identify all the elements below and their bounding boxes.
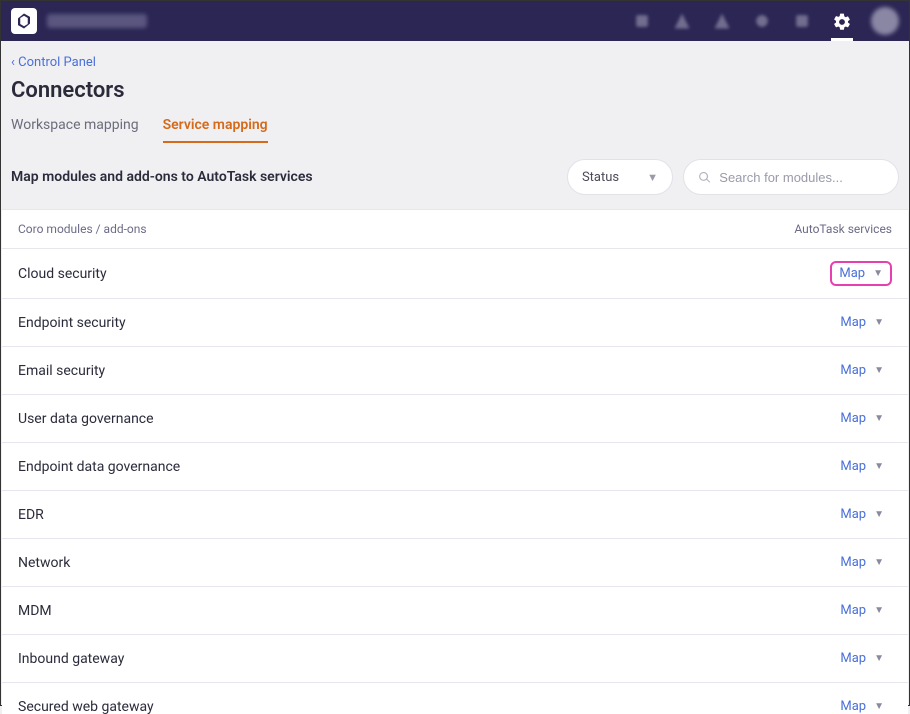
module-name: EDR bbox=[18, 507, 44, 523]
chevron-down-icon: ▼ bbox=[874, 557, 884, 568]
top-nav-right bbox=[631, 7, 899, 35]
top-nav bbox=[1, 1, 909, 41]
map-button-label: Map bbox=[840, 411, 866, 426]
chevron-down-icon: ▼ bbox=[874, 317, 884, 328]
map-button[interactable]: Map ▼ bbox=[832, 503, 892, 526]
map-button-label: Map bbox=[840, 459, 866, 474]
top-nav-left bbox=[11, 8, 147, 34]
map-button[interactable]: Map ▼ bbox=[832, 599, 892, 622]
map-button[interactable]: Map ▼ bbox=[830, 261, 892, 286]
module-name: Endpoint data governance bbox=[18, 459, 180, 475]
table-row: Email security Map ▼ bbox=[2, 347, 908, 395]
table-row: Inbound gateway Map ▼ bbox=[2, 635, 908, 683]
module-name: Secured web gateway bbox=[18, 699, 154, 714]
map-button[interactable]: Map ▼ bbox=[832, 455, 892, 478]
map-button-label: Map bbox=[840, 699, 866, 714]
nav-icon-4-blurred[interactable] bbox=[751, 10, 773, 32]
table-header-right: AutoTask services bbox=[794, 222, 892, 236]
nav-icon-5-blurred[interactable] bbox=[791, 10, 813, 32]
table-row: User data governance Map ▼ bbox=[2, 395, 908, 443]
chevron-down-icon: ▼ bbox=[874, 413, 884, 424]
map-button[interactable]: Map ▼ bbox=[832, 359, 892, 382]
modules-table[interactable]: Coro modules / add-ons AutoTask services… bbox=[2, 209, 908, 714]
brand-logo[interactable] bbox=[11, 8, 37, 34]
map-button-label: Map bbox=[840, 507, 866, 522]
search-icon bbox=[698, 170, 711, 185]
table-row: Secured web gateway Map ▼ bbox=[2, 683, 908, 714]
nav-icon-3-blurred[interactable] bbox=[711, 10, 733, 32]
table-row: Endpoint data governance Map ▼ bbox=[2, 443, 908, 491]
map-button[interactable]: Map ▼ bbox=[832, 551, 892, 574]
table-header-left: Coro modules / add-ons bbox=[18, 222, 147, 236]
page-title: Connectors bbox=[1, 78, 909, 117]
gear-icon bbox=[832, 12, 852, 32]
tab-workspace-mapping[interactable]: Workspace mapping bbox=[11, 117, 139, 143]
brand-text-blurred bbox=[47, 14, 147, 28]
map-button-label: Map bbox=[840, 603, 866, 618]
module-name: Email security bbox=[18, 363, 105, 379]
toolbar-label: Map modules and add-ons to AutoTask serv… bbox=[11, 169, 313, 185]
table-row: EDR Map ▼ bbox=[2, 491, 908, 539]
module-name: User data governance bbox=[18, 411, 154, 427]
chevron-down-icon: ▼ bbox=[874, 509, 884, 520]
chevron-down-icon: ▼ bbox=[874, 653, 884, 664]
table-header: Coro modules / add-ons AutoTask services bbox=[2, 210, 908, 249]
table-row: Endpoint security Map ▼ bbox=[2, 299, 908, 347]
map-button[interactable]: Map ▼ bbox=[832, 647, 892, 670]
map-button-label: Map bbox=[839, 266, 865, 281]
map-button-label: Map bbox=[840, 315, 866, 330]
tabs: Workspace mapping Service mapping bbox=[1, 117, 909, 143]
status-dropdown[interactable]: Status ▼ bbox=[567, 159, 673, 195]
toolbar: Map modules and add-ons to AutoTask serv… bbox=[1, 159, 909, 209]
map-button[interactable]: Map ▼ bbox=[832, 695, 892, 714]
map-button-label: Map bbox=[840, 363, 866, 378]
chevron-down-icon: ▼ bbox=[874, 365, 884, 376]
map-button[interactable]: Map ▼ bbox=[832, 311, 892, 334]
tab-service-mapping[interactable]: Service mapping bbox=[163, 117, 268, 143]
module-name: Inbound gateway bbox=[18, 651, 124, 667]
chevron-down-icon: ▼ bbox=[647, 171, 658, 184]
chevron-down-icon: ▼ bbox=[874, 605, 884, 616]
search-box[interactable] bbox=[683, 159, 899, 195]
status-dropdown-label: Status bbox=[582, 170, 619, 185]
chevron-down-icon: ▼ bbox=[874, 701, 884, 712]
breadcrumb-link[interactable]: Control Panel bbox=[18, 55, 96, 70]
settings-nav-icon[interactable] bbox=[831, 13, 853, 41]
search-input[interactable] bbox=[719, 170, 884, 185]
nav-icon-1-blurred[interactable] bbox=[631, 10, 653, 32]
table-row: Cloud security Map ▼ bbox=[2, 249, 908, 299]
chevron-down-icon: ▼ bbox=[874, 461, 884, 472]
user-avatar-blurred[interactable] bbox=[871, 7, 899, 35]
module-name: Cloud security bbox=[18, 266, 107, 282]
table-row: MDM Map ▼ bbox=[2, 587, 908, 635]
table-row: Network Map ▼ bbox=[2, 539, 908, 587]
module-name: Network bbox=[18, 555, 70, 571]
map-button-label: Map bbox=[840, 651, 866, 666]
hexagon-icon bbox=[15, 12, 33, 30]
breadcrumb: ‹ Control Panel bbox=[1, 41, 909, 78]
module-name: Endpoint security bbox=[18, 315, 126, 331]
toolbar-controls: Status ▼ bbox=[567, 159, 899, 195]
chevron-down-icon: ▼ bbox=[873, 268, 883, 279]
nav-icon-2-blurred[interactable] bbox=[671, 10, 693, 32]
map-button[interactable]: Map ▼ bbox=[832, 407, 892, 430]
map-button-label: Map bbox=[840, 555, 866, 570]
module-name: MDM bbox=[18, 603, 52, 619]
